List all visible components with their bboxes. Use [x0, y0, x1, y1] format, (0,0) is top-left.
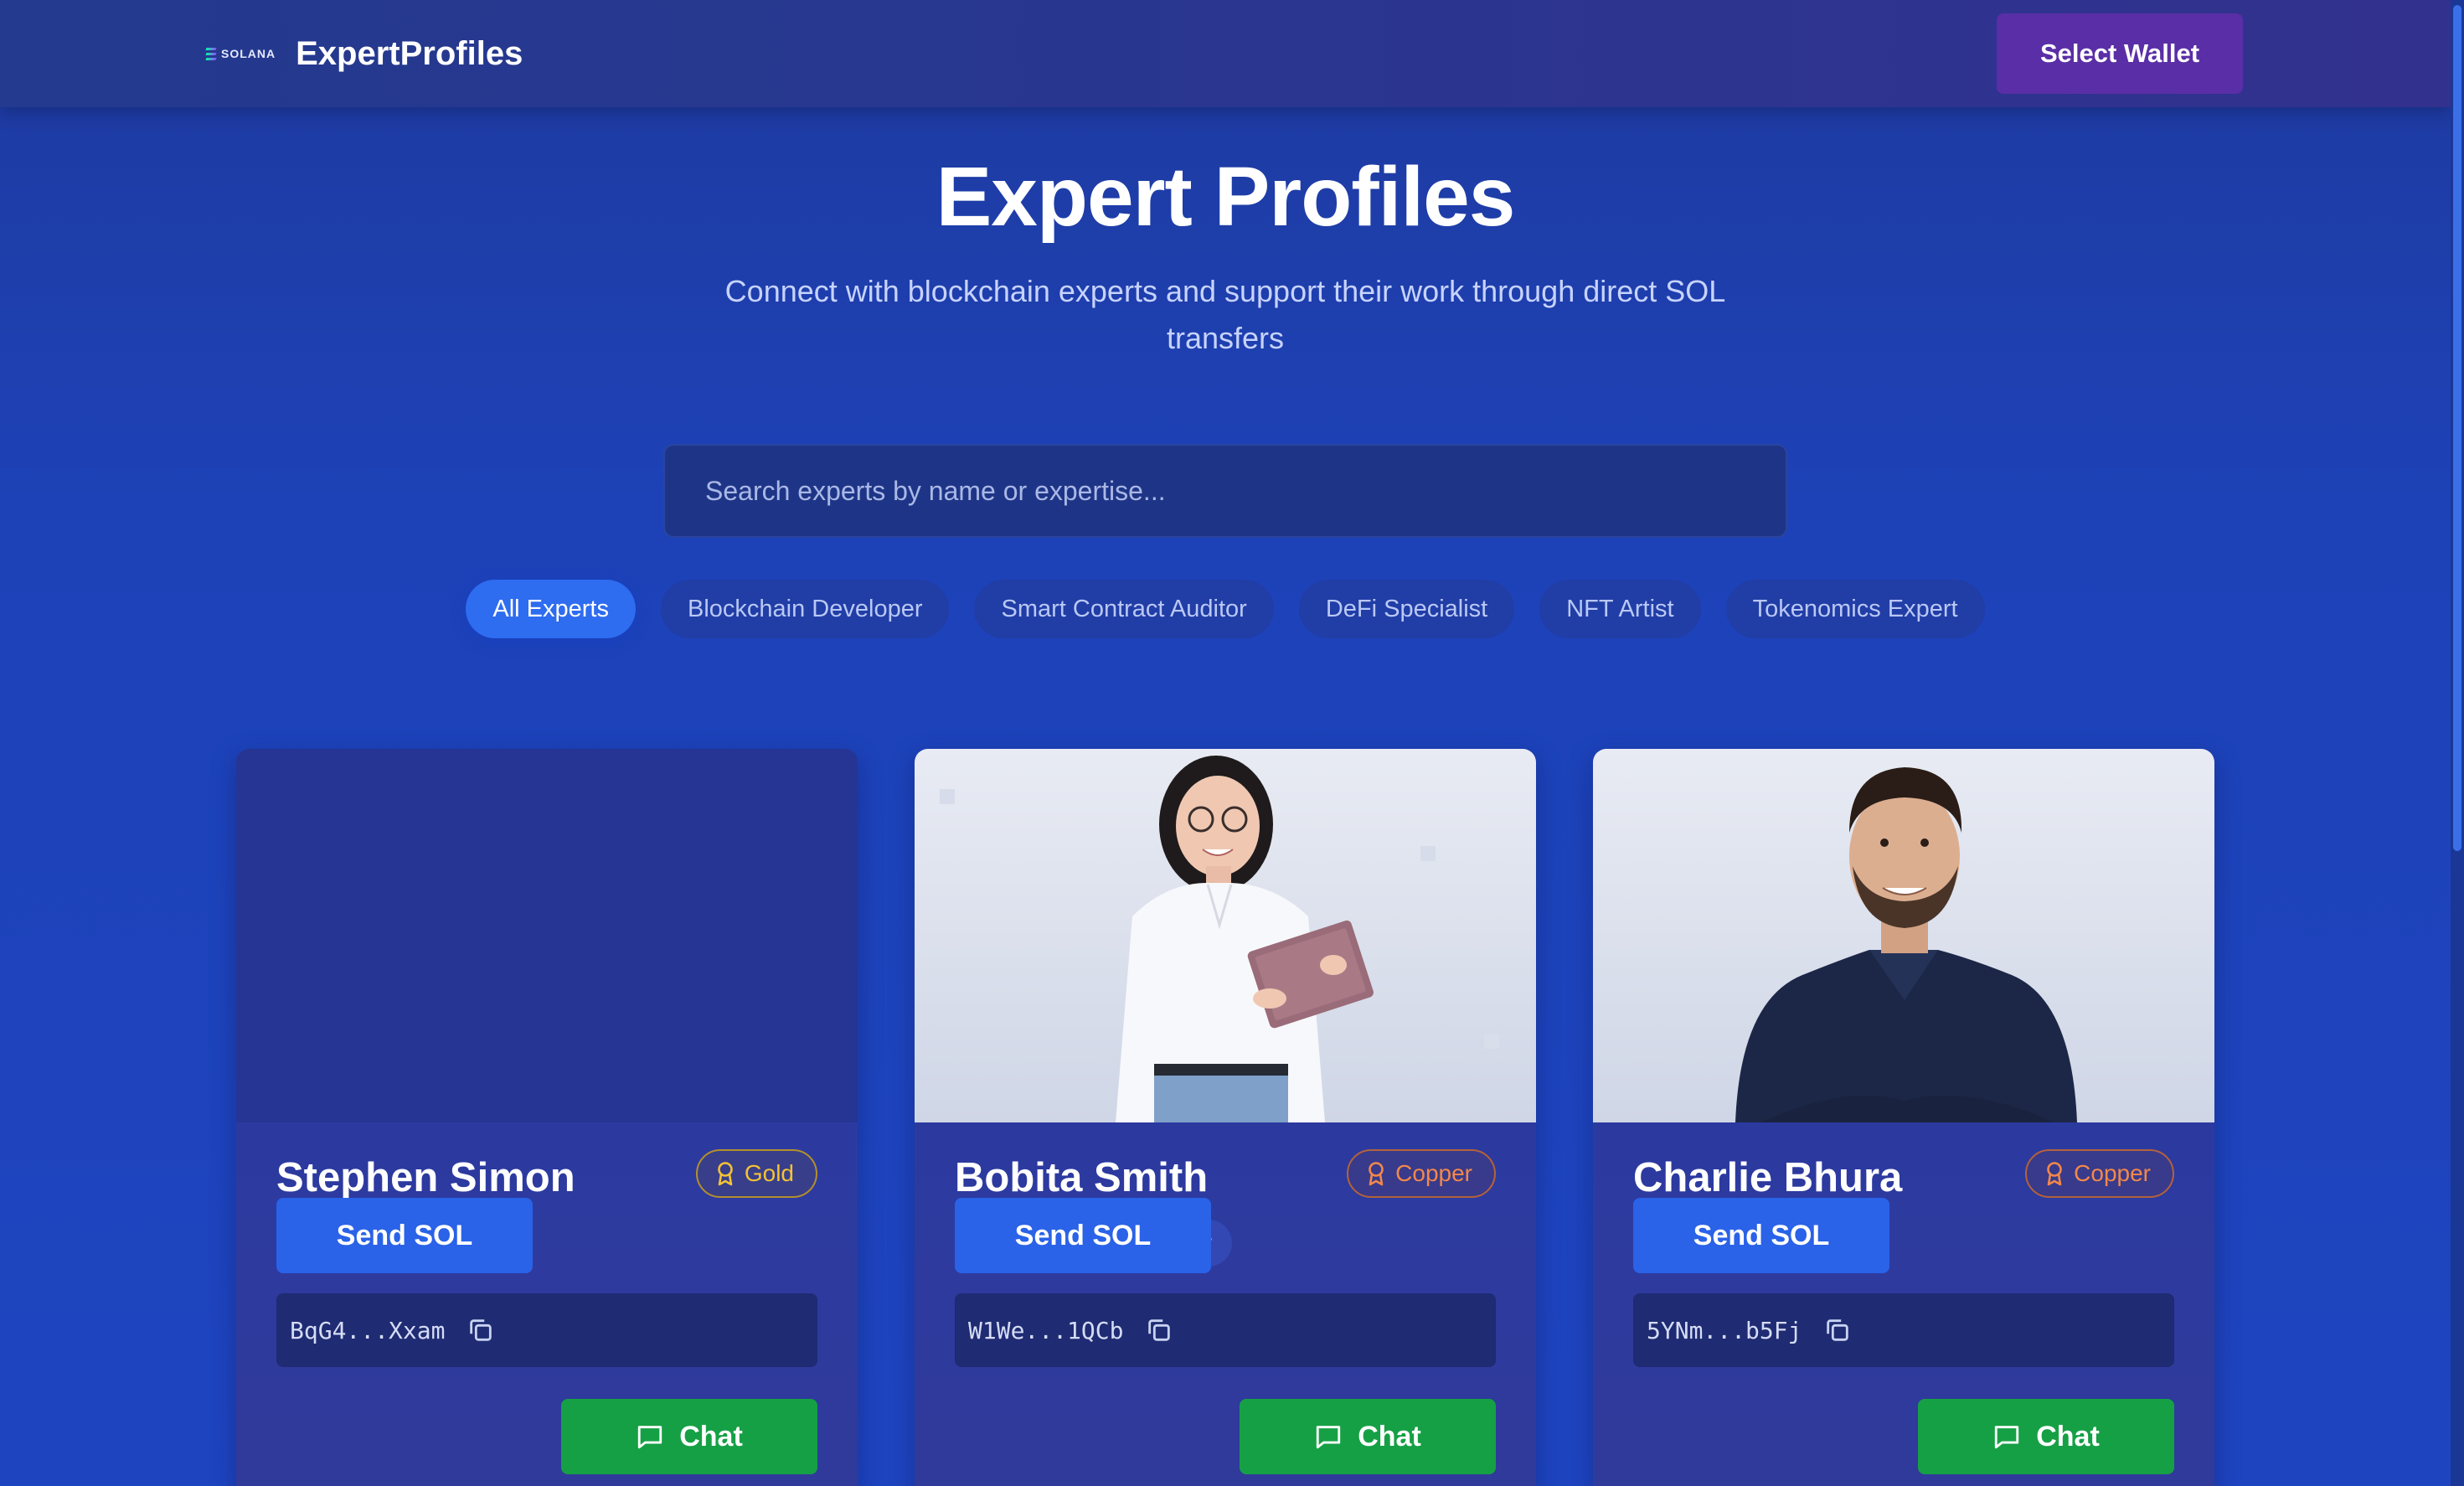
expert-name: Stephen Simon	[276, 1155, 575, 1200]
expert-card-body: Stephen Simon Gold RD C# Corner BqG4...X…	[236, 1122, 858, 1486]
wallet-address-box: BqG4...Xxam	[276, 1293, 817, 1367]
woman-portrait-image	[940, 756, 1499, 1122]
tier-label: Gold	[744, 1160, 794, 1186]
category-filters: All Experts Blockchain Developer Smart C…	[0, 580, 2451, 638]
filter-smart-contract-auditor[interactable]: Smart Contract Auditor	[974, 580, 1274, 638]
send-sol-button[interactable]: Send SOL	[276, 1198, 533, 1273]
wallet-address: 5YNm...b5Fj	[1647, 1316, 1802, 1344]
tier-badge: Gold	[695, 1149, 817, 1198]
copy-icon[interactable]	[1823, 1316, 1852, 1344]
filter-tokenomics-expert[interactable]: Tokenomics Expert	[1725, 580, 1985, 638]
filter-blockchain-developer[interactable]: Blockchain Developer	[661, 580, 950, 638]
send-sol-button[interactable]: Send SOL	[1633, 1198, 1889, 1273]
expert-photo-placeholder	[236, 749, 858, 1122]
copy-icon[interactable]	[1145, 1316, 1173, 1344]
chat-button[interactable]: Chat	[561, 1399, 817, 1474]
chat-icon	[1317, 1426, 1341, 1449]
chat-button[interactable]: Chat	[1240, 1399, 1496, 1474]
page: SOLANA ExpertProfiles Select Wallet Expe…	[0, 0, 2464, 1486]
award-icon	[1369, 1162, 1384, 1186]
chat-label: Chat	[2036, 1420, 2100, 1452]
brand[interactable]: SOLANA ExpertProfiles	[205, 30, 523, 77]
wallet-address: W1We...1QCb	[968, 1316, 1124, 1344]
wallet-address-box: W1We...1QCb	[955, 1293, 1496, 1367]
select-wallet-button[interactable]: Select Wallet	[1997, 13, 2243, 94]
chat-button[interactable]: Chat	[1918, 1399, 2174, 1474]
expert-card: Stephen Simon Gold RD C# Corner BqG4...X…	[236, 749, 858, 1486]
filter-defi-specialist[interactable]: DeFi Specialist	[1298, 580, 1515, 638]
expert-name: Charlie Bhura	[1633, 1155, 1903, 1200]
filter-nft-artist[interactable]: NFT Artist	[1539, 580, 1701, 638]
filter-all-experts[interactable]: All Experts	[466, 580, 636, 638]
brand-name: ExpertProfiles	[296, 34, 523, 72]
expert-card-body: Bobita Smith Copper Smart Contract Audit…	[915, 1122, 1536, 1486]
page-subtitle: Connect with blockchain experts and supp…	[724, 274, 1726, 355]
man-portrait-image	[1735, 767, 2077, 1122]
copy-icon[interactable]	[467, 1316, 495, 1344]
wallet-address-box: 5YNm...b5Fj	[1633, 1293, 2174, 1367]
tier-badge: Copper	[1347, 1149, 1496, 1198]
chat-icon	[638, 1426, 662, 1449]
scrollbar-thumb[interactable]	[2453, 5, 2461, 851]
page-title: Expert Profiles	[936, 150, 1516, 244]
send-sol-button[interactable]: Send SOL	[955, 1198, 1211, 1273]
award-icon	[2047, 1162, 2062, 1186]
top-navbar: SOLANA ExpertProfiles Select Wallet	[0, 0, 2451, 107]
expert-card: Charlie Bhura Copper DeFi Specialist 5YN…	[1593, 749, 2214, 1486]
expert-card: Bobita Smith Copper Smart Contract Audit…	[915, 749, 1536, 1486]
tier-badge: Copper	[2025, 1149, 2174, 1198]
tier-label: Copper	[1395, 1160, 1472, 1186]
award-icon	[718, 1162, 733, 1186]
solana-logo-text: SOLANA	[221, 47, 276, 60]
chat-icon	[1995, 1426, 2019, 1449]
solana-logo-icon	[205, 47, 217, 60]
tier-label: Copper	[2074, 1160, 2151, 1186]
expert-photo	[915, 749, 1536, 1122]
wallet-address: BqG4...Xxam	[290, 1316, 446, 1344]
expert-photo	[1593, 749, 2214, 1122]
chat-label: Chat	[679, 1420, 743, 1452]
solana-logo: SOLANA	[205, 47, 276, 60]
expert-name: Bobita Smith	[955, 1155, 1209, 1200]
search-input[interactable]	[663, 444, 1787, 538]
expert-card-body: Charlie Bhura Copper DeFi Specialist 5YN…	[1593, 1122, 2214, 1486]
chat-label: Chat	[1358, 1420, 1421, 1452]
